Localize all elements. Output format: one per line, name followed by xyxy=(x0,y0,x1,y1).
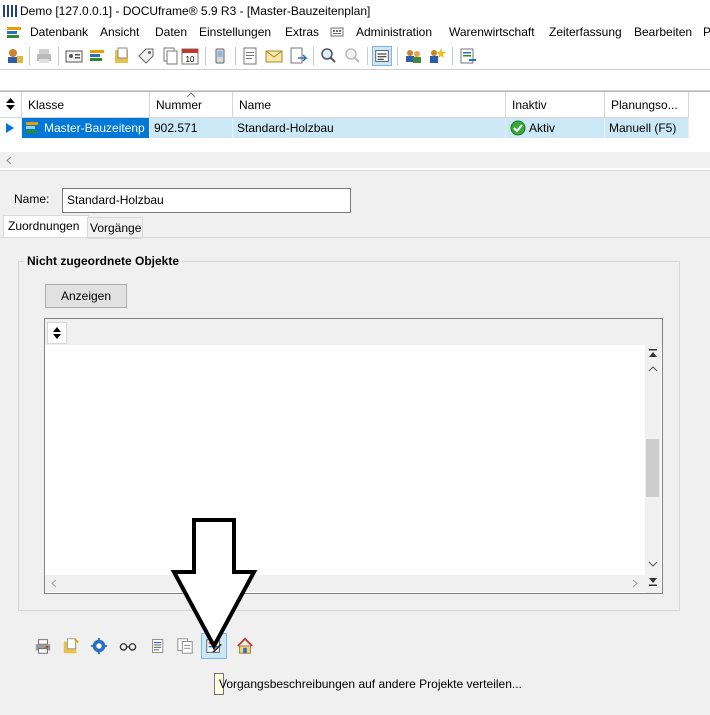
menu-datenbank[interactable]: Datenbank xyxy=(30,25,88,39)
row-indicator xyxy=(0,118,22,138)
tab-zuordnungen[interactable]: Zuordnungen xyxy=(3,215,89,238)
column-header-label: Klasse xyxy=(28,98,65,112)
window-title: Demo [127.0.0.1] - DOCUframe® 5.9 R3 - [… xyxy=(20,4,371,18)
phone-icon[interactable] xyxy=(210,46,230,66)
column-header-label: Nummer xyxy=(156,98,203,112)
user-settings-icon[interactable] xyxy=(5,46,25,66)
scroll-to-top-icon[interactable] xyxy=(648,349,658,359)
sort-column-header[interactable] xyxy=(0,92,22,118)
column-header-klasse[interactable]: Klasse xyxy=(22,92,150,118)
mail-icon[interactable] xyxy=(264,46,284,66)
search-disabled-icon[interactable] xyxy=(342,46,362,66)
documents-icon[interactable] xyxy=(160,46,180,66)
cell-nummer-text: 902.571 xyxy=(154,121,198,135)
column-header-label: Inaktiv xyxy=(512,98,547,112)
address-card-icon[interactable] xyxy=(64,46,84,66)
schedule-icon[interactable] xyxy=(88,46,108,66)
scroll-down-icon[interactable] xyxy=(648,560,658,568)
filter-strip xyxy=(0,70,710,91)
scroll-left-icon[interactable] xyxy=(50,579,58,588)
list-vertical-scrollbar[interactable] xyxy=(645,345,661,593)
print-list-icon[interactable] xyxy=(34,637,52,655)
menu-zeiterfassung[interactable]: Zeiterfassung xyxy=(549,25,622,39)
users-icon[interactable] xyxy=(403,46,423,66)
settings-gear-icon[interactable] xyxy=(90,637,108,655)
column-header-label: Name xyxy=(239,98,272,112)
app-icon xyxy=(3,5,17,17)
menu-administration[interactable]: Administration xyxy=(356,25,432,39)
annotation-down-arrow-icon xyxy=(170,518,258,650)
scroll-up-icon[interactable] xyxy=(648,365,658,373)
check-circle-icon xyxy=(510,120,526,136)
menu-daten[interactable]: Daten xyxy=(155,25,187,39)
list-view-icon xyxy=(375,50,389,62)
document-arrow-icon[interactable] xyxy=(288,46,308,66)
scroll-left-icon[interactable] xyxy=(5,156,13,165)
folder-doc-icon[interactable] xyxy=(112,46,132,66)
sort-updown-icon xyxy=(6,98,15,110)
menu-app-icon[interactable] xyxy=(6,25,22,39)
cell-name-text: Standard-Holzbau xyxy=(237,121,334,135)
glasses-icon[interactable] xyxy=(118,637,138,655)
export-icon[interactable] xyxy=(458,46,478,66)
cell-nummer[interactable]: 902.571 xyxy=(150,118,233,138)
name-field[interactable]: Standard-Holzbau xyxy=(62,188,351,213)
new-document-icon[interactable] xyxy=(240,46,260,66)
tab-label: Zuordnungen xyxy=(8,219,80,233)
menu-ansicht[interactable]: Ansicht xyxy=(100,25,139,39)
svg-text:10: 10 xyxy=(186,55,195,64)
print-icon[interactable] xyxy=(34,46,54,66)
scroll-thumb[interactable] xyxy=(646,439,659,497)
title-bar: Demo [127.0.0.1] - DOCUframe® 5.9 R3 - [… xyxy=(0,0,710,22)
menu-overflow[interactable]: P xyxy=(703,25,710,39)
menu-warenwirtschaft[interactable]: Warenwirtschaft xyxy=(449,25,535,39)
tab-vorgaenge[interactable]: Vorgänge xyxy=(87,217,143,239)
current-row-arrow-icon xyxy=(6,123,14,133)
objects-sort-header[interactable] xyxy=(47,322,67,344)
grid-horizontal-scrollbar[interactable] xyxy=(0,152,710,168)
name-label: Name: xyxy=(14,192,50,206)
cell-inaktiv[interactable]: Aktiv xyxy=(506,118,605,138)
show-button-label: Anzeigen xyxy=(60,289,112,303)
users-star-icon[interactable] xyxy=(427,46,447,66)
name-field-value: Standard-Holzbau xyxy=(67,193,164,207)
objects-list-header xyxy=(45,319,662,345)
cell-planung-text: Manuell (F5) xyxy=(609,121,677,135)
list-view-button[interactable] xyxy=(372,46,392,66)
menu-bearbeiten[interactable]: Bearbeiten xyxy=(634,25,692,39)
column-header-nummer[interactable]: Nummer xyxy=(150,92,233,118)
list-horizontal-scrollbar[interactable] xyxy=(45,575,645,592)
main-toolbar: 10 xyxy=(0,43,710,70)
cell-klasse[interactable]: Master-Bauzeitenp xyxy=(22,118,150,138)
search-icon[interactable] xyxy=(318,46,338,66)
keyboard-icon[interactable] xyxy=(330,26,344,38)
folder-document-icon[interactable] xyxy=(62,637,80,655)
scroll-right-icon[interactable] xyxy=(631,579,639,588)
column-header-planung[interactable]: Planungso... xyxy=(605,92,689,118)
cell-planung[interactable]: Manuell (F5) xyxy=(605,118,689,138)
calendar-icon[interactable]: 10 xyxy=(180,46,200,66)
cell-name[interactable]: Standard-Holzbau xyxy=(233,118,506,138)
menu-extras[interactable]: Extras xyxy=(285,25,319,39)
show-button[interactable]: Anzeigen xyxy=(45,284,127,308)
cell-inaktiv-text: Aktiv xyxy=(529,121,556,135)
tooltip: Vorgangsbeschreibungen auf andere Projek… xyxy=(214,673,522,695)
schedule-class-icon xyxy=(26,122,38,133)
objects-list[interactable] xyxy=(44,318,663,594)
column-header-name[interactable]: Name xyxy=(233,92,506,118)
column-header-label: Planungso... xyxy=(611,98,678,112)
tab-label: Vorgänge xyxy=(90,221,142,235)
sort-updown-icon xyxy=(53,327,61,339)
column-header-inaktiv[interactable]: Inaktiv xyxy=(506,92,605,118)
tag-icon[interactable] xyxy=(136,46,156,66)
document-list-icon[interactable] xyxy=(150,637,166,655)
group-title: Nicht zugeordnete Objekte xyxy=(24,254,183,268)
scroll-to-bottom-icon[interactable] xyxy=(648,576,658,586)
tooltip-text: Vorgangsbeschreibungen auf andere Projek… xyxy=(219,677,522,691)
menu-einstellungen[interactable]: Einstellungen xyxy=(199,25,271,39)
detail-panel: Name: Standard-Holzbau Zuordnungen Vorgä… xyxy=(0,170,710,715)
menu-bar: Datenbank Ansicht Daten Einstellungen Ex… xyxy=(0,22,710,42)
cell-klasse-text: Master-Bauzeitenp xyxy=(44,121,145,135)
records-grid: Klasse Nummer Name Inaktiv Planungso... … xyxy=(0,91,710,156)
